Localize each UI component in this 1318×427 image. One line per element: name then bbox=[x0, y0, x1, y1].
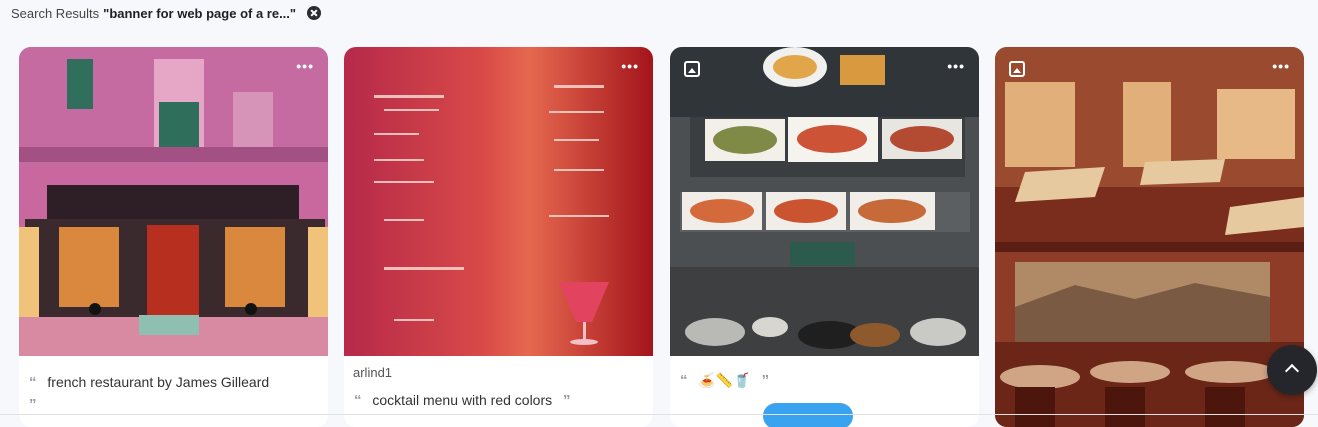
search-query-text: "banner for web page of a re..." bbox=[103, 5, 297, 21]
quote-close-icon: ” bbox=[29, 396, 37, 413]
card-caption-text: cocktail menu with red colors bbox=[372, 392, 553, 408]
card-caption-text: french restaurant by James Gilleard bbox=[47, 374, 270, 390]
more-options-icon[interactable]: ••• bbox=[947, 59, 965, 73]
more-options-icon[interactable]: ••• bbox=[621, 59, 639, 73]
result-image-1[interactable] bbox=[19, 47, 328, 356]
result-card-4[interactable]: ••• bbox=[995, 47, 1304, 427]
divider bbox=[0, 414, 1318, 415]
image-type-icon bbox=[1009, 61, 1025, 77]
result-card-3[interactable]: ••• “ 🍝📏🥤 ” bbox=[670, 47, 979, 427]
image-type-icon bbox=[684, 61, 700, 77]
more-options-icon[interactable]: ••• bbox=[1272, 59, 1290, 73]
result-image-2[interactable] bbox=[344, 47, 653, 356]
card-caption-2: “ cocktail menu with red colors ” bbox=[354, 392, 571, 409]
search-results-label: Search Results bbox=[11, 5, 100, 21]
card-author[interactable]: arlind1 bbox=[353, 365, 392, 380]
more-options-icon[interactable]: ••• bbox=[296, 59, 314, 73]
result-image-3[interactable] bbox=[670, 47, 979, 356]
result-card-1[interactable]: ••• “ french restaurant by James Gillear… bbox=[19, 47, 328, 427]
search-results-bar: Search Results "banner for web page of a… bbox=[11, 5, 322, 21]
quote-open-icon: “ bbox=[354, 392, 362, 409]
scroll-to-top-button[interactable] bbox=[1267, 345, 1317, 395]
primary-action-button[interactable] bbox=[763, 403, 853, 427]
result-card-2[interactable]: ••• arlind1 “ cocktail menu with red col… bbox=[344, 47, 653, 427]
quote-close-icon: ” bbox=[563, 392, 571, 409]
card-caption-text: 🍝📏🥤 bbox=[698, 372, 751, 388]
quote-open-icon: “ bbox=[680, 372, 688, 389]
card-caption-1: “ french restaurant by James Gilleard bbox=[29, 374, 269, 391]
clear-search-icon[interactable] bbox=[307, 6, 322, 20]
quote-close-icon: ” bbox=[761, 372, 770, 389]
quote-open-icon: “ bbox=[29, 374, 37, 391]
card-caption-3: “ 🍝📏🥤 ” bbox=[680, 372, 769, 389]
result-image-4[interactable] bbox=[995, 47, 1304, 427]
